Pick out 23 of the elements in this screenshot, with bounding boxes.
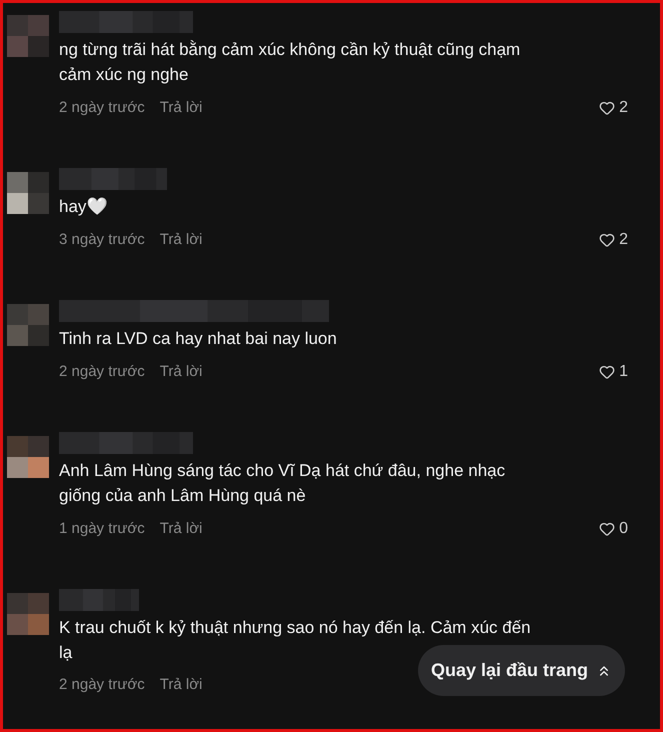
comment-time: 3 ngày trước: [59, 230, 145, 250]
heart-icon[interactable]: [599, 364, 616, 380]
comment-time: 2 ngày trước: [59, 362, 145, 382]
like-count: 2: [619, 230, 628, 250]
like-count: 2: [619, 98, 628, 118]
back-to-top-button[interactable]: Quay lại đầu trang: [418, 645, 626, 696]
comment-text: Anh Lâm Hùng sáng tác cho Vĩ Dạ hát chứ đâu, nghe nhạc giống của anh Lâm Hùng quá nè: [59, 460, 506, 507]
reply-link[interactable]: Trả lời: [160, 674, 202, 696]
heart-icon[interactable]: [599, 521, 616, 537]
like-count: 0: [619, 519, 628, 539]
comment-text: Tinh ra LVD ca hay nhat bai nay luon: [59, 328, 338, 350]
reply-link[interactable]: Trả lời: [160, 360, 202, 384]
comment-text: ng từng trãi hát bằng cảm xúc không cần kỷ thuật cũng chạm cảm xúc ng nghe: [59, 39, 522, 86]
comment-text: hay🤍: [59, 196, 108, 218]
reply-link[interactable]: Trả lời: [160, 228, 202, 252]
like-count: 1: [619, 362, 628, 382]
comment-time: 1 ngày trước: [59, 518, 145, 539]
heart-icon[interactable]: [599, 232, 616, 248]
heart-icon[interactable]: [599, 100, 616, 116]
comment-time: 2 ngày trước: [59, 98, 145, 118]
comment-time: 2 ngày trước: [59, 675, 145, 695]
reply-link[interactable]: Trả lời: [160, 518, 202, 540]
reply-link[interactable]: Trả lời: [160, 96, 202, 120]
